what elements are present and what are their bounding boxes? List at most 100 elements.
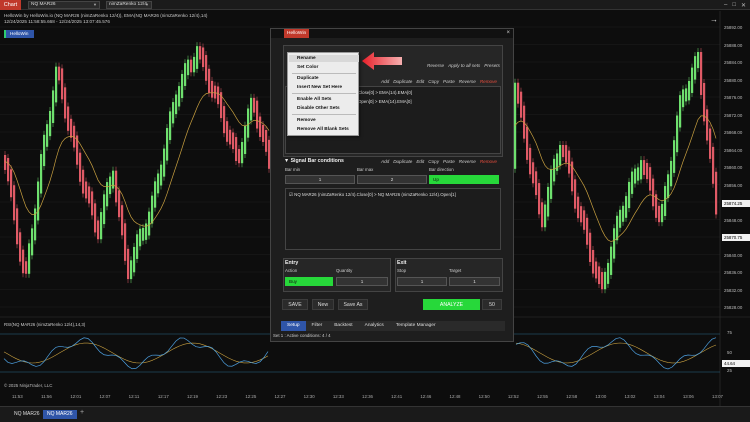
copy-action[interactable]: Copy [428, 159, 439, 164]
exit-stop-input[interactable]: 1 [397, 277, 447, 286]
time-tick-label: 12:25 [245, 394, 257, 399]
time-tick-label: 13:00 [595, 394, 607, 399]
renko-bar [265, 129, 268, 152]
close-icon[interactable]: ✕ [741, 2, 746, 9]
renko-bar [205, 55, 208, 81]
save-button[interactable]: SAVE [282, 299, 308, 310]
remove-action[interactable]: Remove [480, 79, 497, 84]
add-action[interactable]: Add [381, 159, 389, 164]
copy-action[interactable]: Copy [428, 79, 439, 84]
presets-action[interactable]: Presets [484, 63, 500, 68]
close-icon[interactable]: × [506, 29, 510, 38]
renko-bar [19, 232, 22, 262]
renko-bar [715, 171, 718, 215]
new-button[interactable]: New [312, 299, 334, 310]
chart-info-line2: 12/24/2025 11:58:55.668 - 12/24/2025 13:… [4, 19, 110, 24]
reverse-action[interactable]: Reverse [459, 159, 476, 164]
renko-bar [28, 243, 31, 274]
exit-panel [395, 258, 503, 292]
menu-item-insert-new-set[interactable]: Insert New Set Here [297, 85, 342, 90]
renko-bar [223, 106, 226, 134]
edit-action[interactable]: Edit [416, 79, 424, 84]
bar-direction-select[interactable]: Up [429, 175, 499, 184]
duplicate-action[interactable]: Duplicate [393, 79, 412, 84]
renko-bar [43, 134, 46, 167]
arrow-right-icon[interactable]: → [710, 15, 718, 24]
bar-min-input[interactable]: 1 [285, 175, 355, 184]
renko-bar [175, 94, 178, 115]
renko-bar [88, 186, 91, 204]
renko-bar [604, 271, 607, 290]
signal-condition-item[interactable]: ☑ NQ MAR26 (nimZaRenko 12/4).Close[0] > … [289, 192, 456, 198]
tab-analytics[interactable]: Analytics [359, 321, 390, 331]
remove-action[interactable]: Remove [480, 159, 497, 164]
renko-bar [52, 90, 55, 123]
bar-type-selector[interactable]: nimZaRenko 12/4 ▼ [106, 1, 152, 9]
minimize-icon[interactable]: – [724, 2, 727, 8]
renko-bar [166, 128, 169, 161]
add-tab-icon[interactable]: + [80, 409, 84, 416]
analyze-button[interactable]: ANALYZE [423, 299, 480, 310]
bar-min-label: Bar min [285, 167, 301, 172]
reverse-action[interactable]: Reverse [459, 79, 476, 84]
entry-action-select[interactable]: Buy [285, 277, 333, 286]
paste-action[interactable]: Paste [443, 79, 455, 84]
menu-item-rename[interactable]: Rename [297, 56, 316, 61]
edit-action[interactable]: Edit [416, 159, 424, 164]
condition-item[interactable]: Close[0] > EMA(14).EMA[0] [358, 90, 412, 95]
menu-item-remove-blank[interactable]: Remove All Blank Sets [297, 127, 349, 132]
time-tick-label: 12:17 [157, 394, 169, 399]
renko-bar [49, 110, 52, 137]
bottom-tab-active[interactable]: NQ MAR26 [43, 410, 77, 419]
rsi-line [515, 337, 717, 370]
menu-item-set-color[interactable]: Set Color [297, 65, 318, 70]
bar-max-input[interactable]: 2 [357, 175, 427, 184]
renko-bar [190, 59, 193, 73]
time-tick-label: 12:48 [449, 394, 461, 399]
window-titlebar[interactable]: HelloWin × [271, 29, 513, 38]
condition-item[interactable]: Open[0] > EMA(14).EMA[0] [358, 99, 412, 104]
time-tick-label: 13:07 [712, 394, 723, 399]
menu-item-enable-all[interactable]: Enable All Sets [297, 97, 331, 102]
menu-separator [292, 73, 356, 74]
instrument-selector[interactable]: NQ MAR26 ▼ [28, 1, 100, 9]
tab-template-manager[interactable]: Template Manager [390, 321, 442, 331]
paste-action[interactable]: Paste [443, 159, 455, 164]
renko-bar [538, 183, 541, 215]
renko-bar [250, 97, 253, 121]
renko-bar [595, 261, 598, 279]
renko-bar [208, 68, 211, 93]
renko-bar [619, 209, 622, 228]
maximize-icon[interactable]: □ [732, 2, 736, 8]
renko-bar [142, 227, 145, 241]
time-tick-label: 12:01 [70, 394, 82, 399]
signal-section-title[interactable]: ▼ Signal Bar conditions [284, 158, 344, 164]
apply-all-action[interactable]: Apply to all sets [448, 63, 480, 68]
tab-setup[interactable]: Setup [281, 321, 306, 331]
renko-bar [673, 140, 676, 173]
menu-item-duplicate[interactable]: Duplicate [297, 76, 319, 81]
duplicate-action[interactable]: Duplicate [393, 159, 412, 164]
reverse-action[interactable]: Reverse [427, 63, 444, 68]
renko-bar [31, 228, 34, 256]
add-action[interactable]: Add [381, 79, 389, 84]
hellowin-toggle-button[interactable]: HelloWin [4, 30, 34, 38]
bars-count-input[interactable]: 50 [482, 299, 502, 310]
window-controls: – □ ✕ [724, 0, 746, 10]
bottom-tab[interactable]: NQ MAR26 [10, 410, 44, 419]
entry-quantity-input[interactable]: 1 [336, 277, 388, 286]
exit-target-input[interactable]: 1 [449, 277, 500, 286]
renko-bar [112, 170, 115, 189]
menu-item-remove[interactable]: Remove [297, 118, 316, 123]
renko-bar [202, 47, 205, 68]
time-tick-label: 13:04 [653, 394, 665, 399]
menu-item-disable-others[interactable]: Disable Other Sets [297, 106, 340, 111]
tab-filter[interactable]: Filter [306, 321, 329, 331]
time-tick-label: 12:58 [566, 394, 578, 399]
save-as-button[interactable]: Save As [338, 299, 368, 310]
renko-bar [634, 168, 637, 184]
chart-tab[interactable]: Chart [0, 0, 21, 10]
renko-bar [640, 160, 643, 180]
time-tick-label: 12:07 [99, 394, 111, 399]
tab-backtest[interactable]: Backtest [328, 321, 358, 331]
